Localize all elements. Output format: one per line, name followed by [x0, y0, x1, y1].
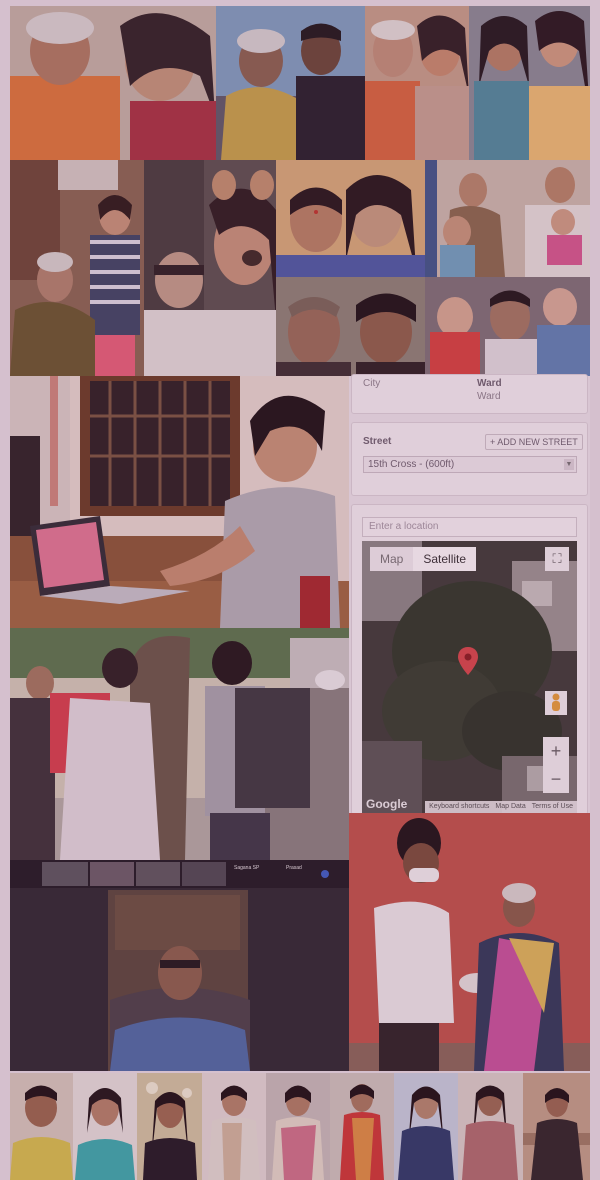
portrait-9 [523, 1073, 590, 1180]
satellite-map[interactable]: Map Satellite ⛶ + − Google Keyboard shor… [362, 541, 577, 813]
street-selected-value: 15th Cross - (600ft) [368, 459, 455, 470]
photo-elder-with-young-girl [10, 160, 144, 376]
keyboard-shortcuts-link[interactable]: Keyboard shortcuts [429, 801, 489, 813]
portrait-5 [266, 1073, 330, 1180]
photo-volunteers-measuring-tree [10, 628, 349, 860]
street-view-pegman-icon[interactable] [545, 691, 567, 715]
participant-name-2: Prasad [286, 865, 302, 871]
chevron-down-icon[interactable]: ▼ [564, 459, 574, 470]
zoom-out-button[interactable]: − [543, 765, 569, 793]
map-data-link[interactable]: Map Data [495, 801, 525, 813]
photo-collage: City Ward Ward Street + ADD NEW STREET 1… [0, 0, 600, 1180]
photo-snapchat-filter-selfie [144, 160, 276, 376]
map-footer-links: Keyboard shortcuts Map Data Terms of Use [425, 801, 577, 813]
portrait-1 [10, 1073, 73, 1180]
terms-of-use-link[interactable]: Terms of Use [532, 801, 573, 813]
screenshot-video-call: Sagana SP Prasad [10, 860, 349, 1071]
portrait-8 [458, 1073, 523, 1180]
add-new-street-button[interactable]: + ADD NEW STREET [485, 434, 583, 450]
location-card: Enter a location Map Satellite ⛶ + − Goo… [351, 504, 588, 815]
photo-elder-with-boy [216, 6, 365, 160]
satellite-tab[interactable]: Satellite [413, 547, 477, 571]
photo-giving-gift-to-elder [349, 813, 590, 1071]
portrait-3 [137, 1073, 202, 1180]
map-footer: Google Keyboard shortcuts Map Data Terms… [362, 797, 577, 813]
location-form-panel: City Ward Ward Street + ADD NEW STREET 1… [349, 374, 590, 815]
ward-label: Ward [477, 378, 502, 389]
ward-value[interactable]: Ward [477, 391, 501, 402]
street-select[interactable]: 15th Cross - (600ft) ▼ [363, 456, 577, 473]
photo-father-with-babies [425, 277, 590, 376]
location-input[interactable]: Enter a location [362, 517, 577, 537]
city-ward-card: City Ward Ward [351, 374, 588, 414]
fullscreen-icon[interactable]: ⛶ [545, 547, 569, 571]
map-pin-icon[interactable] [458, 647, 478, 675]
portrait-4 [202, 1073, 266, 1180]
street-label: Street [363, 436, 392, 447]
photo-aunt-and-girl-smiling [276, 160, 425, 277]
portrait-7 [394, 1073, 458, 1180]
street-card: Street + ADD NEW STREET 15th Cross - (60… [351, 422, 588, 496]
participant-name-1: Sagana SP [234, 865, 260, 871]
photo-grandparents-with-kids [425, 160, 590, 277]
city-label: City [363, 378, 381, 389]
photo-grandfather-and-teen [276, 277, 425, 376]
map-type-toggle: Map Satellite [370, 547, 477, 571]
portrait-2 [73, 1073, 137, 1180]
photo-mother-daughter-selfie [469, 6, 590, 160]
photo-boy-working-on-laptop [10, 376, 349, 628]
map-tab[interactable]: Map [370, 547, 413, 571]
photo-grandmother-granddaughter [10, 6, 216, 160]
zoom-in-button[interactable]: + [543, 737, 569, 765]
photo-elder-with-girl [365, 6, 469, 160]
google-logo: Google [366, 797, 408, 811]
zoom-control: + − [543, 737, 569, 793]
portrait-6 [330, 1073, 394, 1180]
